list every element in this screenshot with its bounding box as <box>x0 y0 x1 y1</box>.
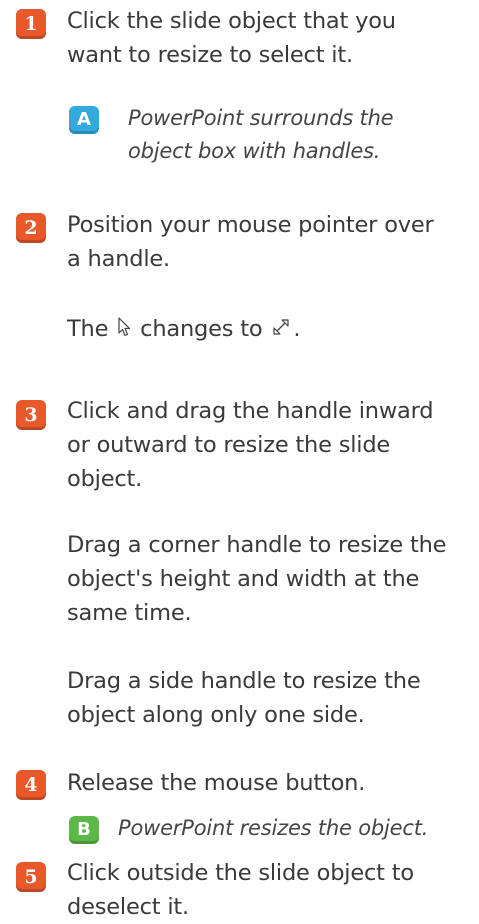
step-3-note-1-text: Drag a corner handle to resize the objec… <box>67 528 447 630</box>
step-3-line-2: or outward to resize the slide <box>67 432 391 458</box>
arrow-pointer-icon <box>117 313 131 347</box>
step-3-text: Click and drag the handle inward or outw… <box>67 394 434 496</box>
callout-a-line-1: PowerPoint surrounds the <box>128 106 394 130</box>
step-number-badge: 1 <box>16 9 46 39</box>
step-3-note-1-line-1: Drag a corner handle to resize the <box>67 532 447 558</box>
step-3-note-2-text: Drag a side handle to resize the object … <box>67 664 421 732</box>
step-5-text: Click outside the slide object to desele… <box>67 856 414 924</box>
callout-b-line-1: PowerPoint resizes the object. <box>118 816 429 840</box>
callout-b-badge: B <box>69 816 99 844</box>
note-after: . <box>293 316 301 342</box>
step-1-line-2: want to resize to select it. <box>67 42 353 68</box>
note-middle: changes to <box>140 316 263 342</box>
step-2-note-text: The changes to . <box>67 312 301 347</box>
step-2-line-1: Position your mouse pointer over <box>67 212 434 238</box>
step-5-line-2: deselect it. <box>67 894 189 920</box>
step-number-badge: 4 <box>16 770 46 800</box>
callout-a-line-2: object box with handles. <box>128 139 381 163</box>
instruction-page: 1 Click the slide object that you want t… <box>0 0 479 920</box>
step-2-text: Position your mouse pointer over a handl… <box>67 208 434 276</box>
diagonal-resize-icon <box>271 313 291 347</box>
callout-a-badge: A <box>69 106 99 134</box>
step-3-note-2-line-1: Drag a side handle to resize the <box>67 668 421 694</box>
callout-a-text: PowerPoint surrounds the object box with… <box>128 102 394 168</box>
step-3-note-1-line-2: object's height and width at the <box>67 566 420 592</box>
step-1-text: Click the slide object that you want to … <box>67 4 396 72</box>
step-number-badge: 2 <box>16 213 46 243</box>
step-1-line-1: Click the slide object that you <box>67 8 396 34</box>
step-3-line-1: Click and drag the handle inward <box>67 398 434 424</box>
step-number-badge: 3 <box>16 400 46 430</box>
callout-b-text: PowerPoint resizes the object. <box>118 812 428 845</box>
note-before: The <box>67 316 109 342</box>
step-3-line-3: object. <box>67 466 143 492</box>
step-3-note-1-line-3: same time. <box>67 600 192 626</box>
step-number-badge: 5 <box>16 862 46 892</box>
step-3-note-2-line-2: object along only one side. <box>67 702 365 728</box>
step-4-line-1: Release the mouse button. <box>67 770 366 796</box>
step-5-line-1: Click outside the slide object to <box>67 860 414 886</box>
step-4-text: Release the mouse button. <box>67 766 365 800</box>
step-2-line-2: a handle. <box>67 246 170 272</box>
